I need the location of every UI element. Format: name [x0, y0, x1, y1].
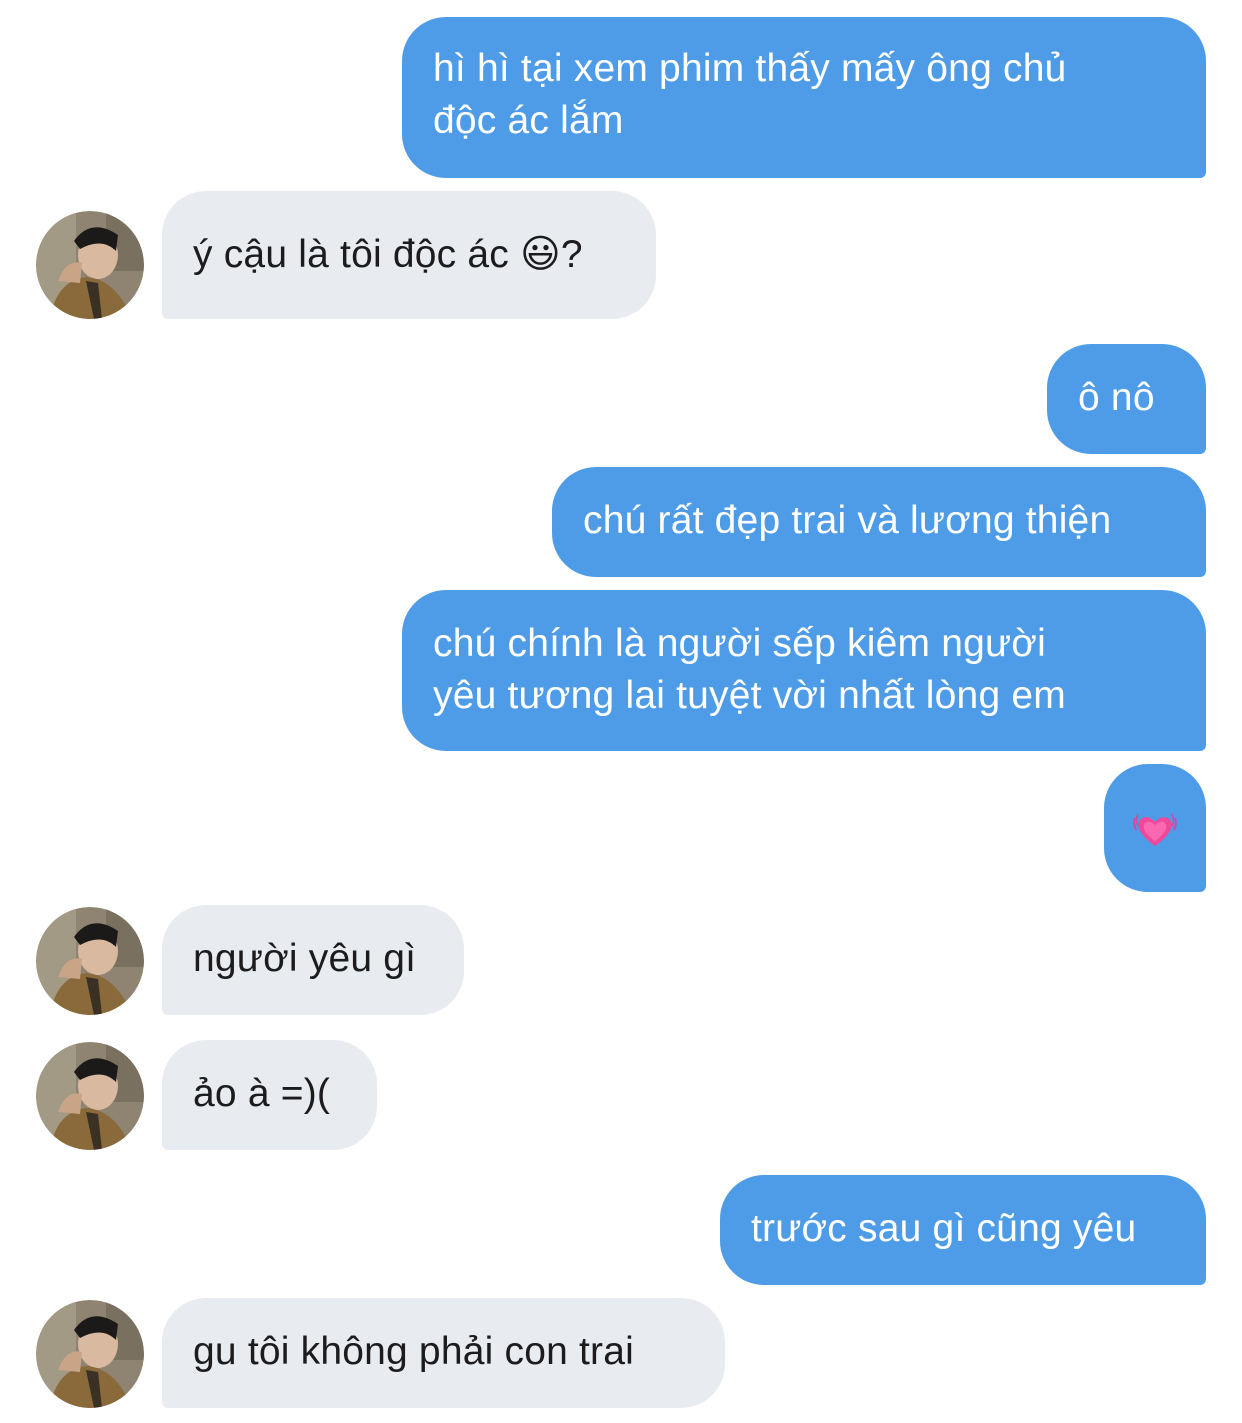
message-text: người yêu gì [193, 937, 417, 980]
contact-avatar[interactable] [36, 211, 144, 319]
message-text-line: chú chính là người sếp kiêm người [433, 622, 1046, 665]
message-text-line: hì hì tại xem phim thấy mấy ông chủ [433, 47, 1067, 90]
message-text-line: yêu tương lai tuyệt vời nhất lòng em [433, 674, 1066, 717]
message-bubble-received[interactable]: ảo à =)( [162, 1040, 377, 1150]
avatar-photo-icon [36, 1300, 144, 1408]
message-bubble-sent[interactable]: ô nô [1047, 344, 1206, 454]
message-bubble-sent[interactable]: chú chính là người sếp kiêm người yêu tư… [402, 590, 1206, 751]
message-text: chú rất đẹp trai và lương thiện [583, 499, 1112, 542]
message-bubble-received[interactable]: gu tôi không phải con trai [162, 1298, 725, 1408]
growing-heart-emoji-icon [1133, 813, 1177, 846]
message-text: ô nô [1078, 376, 1155, 419]
message-bubble-sent[interactable]: hì hì tại xem phim thấy mấy ông chủ độc … [402, 17, 1206, 178]
contact-avatar[interactable] [36, 907, 144, 1015]
avatar-photo-icon [36, 1042, 144, 1150]
avatar-photo-icon [36, 907, 144, 1015]
message-bubble-sent[interactable]: chú rất đẹp trai và lương thiện [552, 467, 1206, 577]
message-bubble-sent[interactable] [1104, 764, 1206, 892]
contact-avatar[interactable] [36, 1042, 144, 1150]
message-text: ảo à =)( [193, 1072, 331, 1115]
message-text: trước sau gì cũng yêu [751, 1207, 1137, 1250]
message-text: ý cậu là tôi độc ác 😃? [193, 233, 583, 276]
message-text: gu tôi không phải con trai [193, 1330, 634, 1373]
contact-avatar[interactable] [36, 1300, 144, 1408]
message-bubble-received[interactable]: ý cậu là tôi độc ác 😃? [162, 191, 656, 319]
message-bubble-received[interactable]: người yêu gì [162, 905, 464, 1015]
avatar-photo-icon [36, 211, 144, 319]
message-bubble-sent[interactable]: trước sau gì cũng yêu [720, 1175, 1206, 1285]
message-text-line: độc ác lắm [433, 99, 624, 142]
